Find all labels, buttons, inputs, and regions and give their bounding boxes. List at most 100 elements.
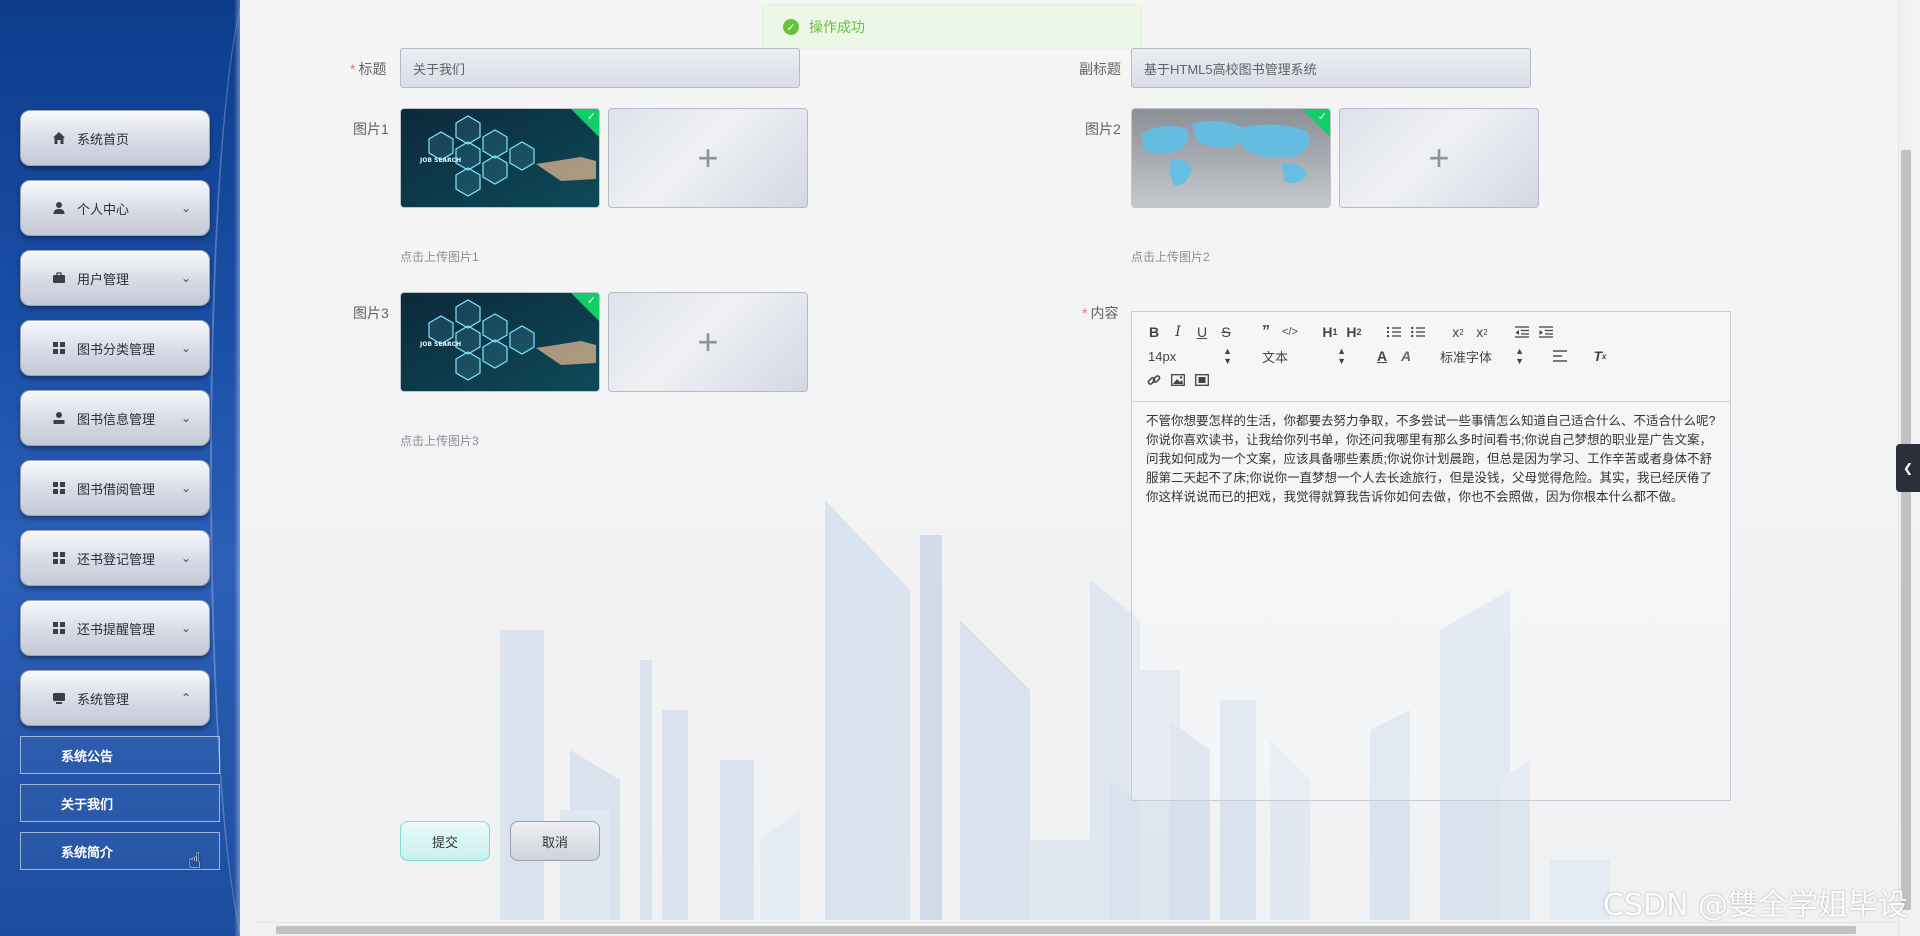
sidebar-item-label: 用户管理 (77, 271, 130, 287)
subscript-icon[interactable]: x2 (1446, 321, 1470, 343)
title-label: * 标题 (350, 61, 387, 77)
pic1-label: 图片1 (353, 121, 389, 137)
grid-icon (51, 620, 67, 636)
subtitle-label: 副标题 (1079, 61, 1121, 77)
sidebar-item-label: 系统首页 (77, 131, 130, 147)
toast-text: 操作成功 (809, 19, 865, 35)
rich-text-editor: B I U S ” </> H1 H2 x2 x2 14px ▲ ▼ 文本 ▲ … (1131, 311, 1731, 801)
chevron-down-icon: ⌄ (180, 551, 191, 565)
outdent-icon[interactable] (1510, 321, 1534, 343)
subtitle-input[interactable]: 基于HTML5高校图书管理系统 (1131, 48, 1531, 88)
pic3-hint: 点击上传图片3 (400, 434, 479, 448)
chevron-down-icon: ⌄ (180, 411, 191, 425)
chevron-down-icon: ⌄ (180, 341, 191, 355)
user-icon (51, 200, 67, 216)
main-content: ✓ 操作成功 * 标题 关于我们 副标题 基于HTML5高校图书管理系统 图片1 … (240, 0, 1920, 936)
chevron-down-icon: ⌄ (180, 621, 191, 635)
link-icon[interactable] (1142, 369, 1166, 391)
title-input[interactable]: 关于我们 (400, 48, 800, 88)
sidebar: 系统首页 个人中心 ⌄ 用户管理 ⌄ 图书分类管理 ⌄ 图书信息管理 ⌄ 图书借… (0, 0, 240, 936)
blockquote-icon[interactable]: ” (1254, 321, 1278, 343)
sidebar-item-book-category[interactable]: 图书分类管理 ⌄ (20, 320, 210, 376)
grid-icon (51, 550, 67, 566)
system-submenu: 系统公告 关于我们 系统简介 (20, 736, 220, 870)
image-icon[interactable] (1166, 369, 1190, 391)
sidebar-item-return-reminder[interactable]: 还书提醒管理 ⌄ (20, 600, 210, 656)
superscript-icon[interactable]: x2 (1470, 321, 1494, 343)
underline-icon[interactable]: U (1190, 321, 1214, 343)
code-block-icon[interactable]: </> (1278, 321, 1302, 343)
horizontal-scrollbar-thumb[interactable] (276, 926, 1856, 934)
chevron-up-icon: ⌃ (180, 691, 191, 705)
sidebar-item-label: 图书信息管理 (77, 411, 156, 427)
italic-icon[interactable]: I (1166, 321, 1190, 343)
font-color-icon[interactable]: A (1370, 345, 1394, 367)
hand-cursor-icon: ☝ (188, 848, 202, 873)
pic2-hint: 点击上传图片2 (1131, 250, 1210, 264)
svg-text:JOB SEARCH: JOB SEARCH (419, 341, 461, 348)
cancel-button[interactable]: 取消 (510, 821, 600, 861)
content-label: * 内容 (1082, 305, 1119, 321)
sidebar-item-personal-center[interactable]: 个人中心 ⌄ (20, 180, 210, 236)
success-toast: ✓ 操作成功 (762, 4, 1142, 50)
check-icon: ✓ (586, 295, 596, 307)
pic1-uploader[interactable]: + (608, 108, 808, 208)
pic1-thumbnail[interactable]: JOB SEARCH ✓ (400, 108, 600, 208)
check-icon: ✓ (1317, 111, 1327, 123)
sidebar-item-return-register[interactable]: 还书登记管理 ⌄ (20, 530, 210, 586)
briefcase-icon (51, 270, 67, 286)
heading2-icon[interactable]: H2 (1342, 321, 1366, 343)
home-icon (51, 130, 67, 146)
strikethrough-icon[interactable]: S (1214, 321, 1238, 343)
heading1-icon[interactable]: H1 (1318, 321, 1342, 343)
sidebar-item-label: 还书登记管理 (77, 551, 156, 567)
background-color-icon[interactable]: A (1394, 345, 1418, 367)
person-icon (51, 410, 67, 426)
bold-icon[interactable]: B (1142, 321, 1166, 343)
editor-content[interactable]: 不管你想要怎样的生活，你都要去努力争取，不多尝试一些事情怎么知道自己适合什么、不… (1132, 402, 1730, 517)
chevron-down-icon: ⌄ (180, 271, 191, 285)
grid-icon (51, 480, 67, 496)
svg-text:JOB SEARCH: JOB SEARCH (419, 157, 461, 164)
submit-button[interactable]: 提交 (400, 821, 490, 861)
check-icon: ✓ (586, 111, 596, 123)
monitor-icon (51, 690, 67, 706)
sidebar-item-system-management[interactable]: 系统管理 ⌃ (20, 670, 210, 726)
sidebar-item-label: 图书分类管理 (77, 341, 156, 357)
chevron-left-icon[interactable]: ❮ (1896, 444, 1920, 492)
sidebar-item-book-info[interactable]: 图书信息管理 ⌄ (20, 390, 210, 446)
video-icon[interactable] (1190, 369, 1214, 391)
indent-icon[interactable] (1534, 321, 1558, 343)
sidebar-item-home[interactable]: 系统首页 (20, 110, 210, 166)
chevron-down-icon: ⌄ (180, 481, 191, 495)
sidebar-item-label: 个人中心 (77, 201, 130, 217)
sidebar-item-user-management[interactable]: 用户管理 ⌄ (20, 250, 210, 306)
sidebar-item-label: 图书借阅管理 (77, 481, 156, 497)
pic2-uploader[interactable]: + (1339, 108, 1539, 208)
font-family-select[interactable]: 标准字体 ▲ ▼ (1434, 345, 1524, 367)
clear-format-icon[interactable]: Tx (1588, 345, 1612, 367)
align-icon[interactable] (1548, 345, 1572, 367)
bullet-list-icon[interactable] (1406, 321, 1430, 343)
font-size-select[interactable]: 14px ▲ ▼ (1142, 345, 1232, 367)
ordered-list-icon[interactable] (1382, 321, 1406, 343)
horizontal-scrollbar[interactable] (256, 922, 1896, 936)
pic3-thumbnail[interactable]: JOB SEARCH ✓ (400, 292, 600, 392)
pic2-label: 图片2 (1085, 121, 1121, 137)
sidebar-item-book-borrow[interactable]: 图书借阅管理 ⌄ (20, 460, 210, 516)
submenu-item-announcement[interactable]: 系统公告 (20, 736, 220, 774)
heading-select[interactable]: 文本 ▲ ▼ (1256, 345, 1346, 367)
vertical-scrollbar-thumb[interactable] (1901, 150, 1911, 910)
pic2-thumbnail[interactable]: ✓ (1131, 108, 1331, 208)
pic3-uploader[interactable]: + (608, 292, 808, 392)
pic3-label: 图片3 (353, 305, 389, 321)
editor-toolbar: B I U S ” </> H1 H2 x2 x2 14px ▲ ▼ 文本 ▲ … (1132, 312, 1730, 402)
sidebar-item-label: 系统管理 (77, 691, 130, 707)
check-circle-icon: ✓ (783, 19, 799, 35)
watermark: CSDN @雙全学姐毕设 (1602, 888, 1908, 923)
grid-icon (51, 340, 67, 356)
submenu-item-about-us[interactable]: 关于我们 (20, 784, 220, 822)
pic1-hint: 点击上传图片1 (400, 250, 479, 264)
sidebar-item-label: 还书提醒管理 (77, 621, 156, 637)
sidebar-menu: 系统首页 个人中心 ⌄ 用户管理 ⌄ 图书分类管理 ⌄ 图书信息管理 ⌄ 图书借… (20, 110, 220, 880)
